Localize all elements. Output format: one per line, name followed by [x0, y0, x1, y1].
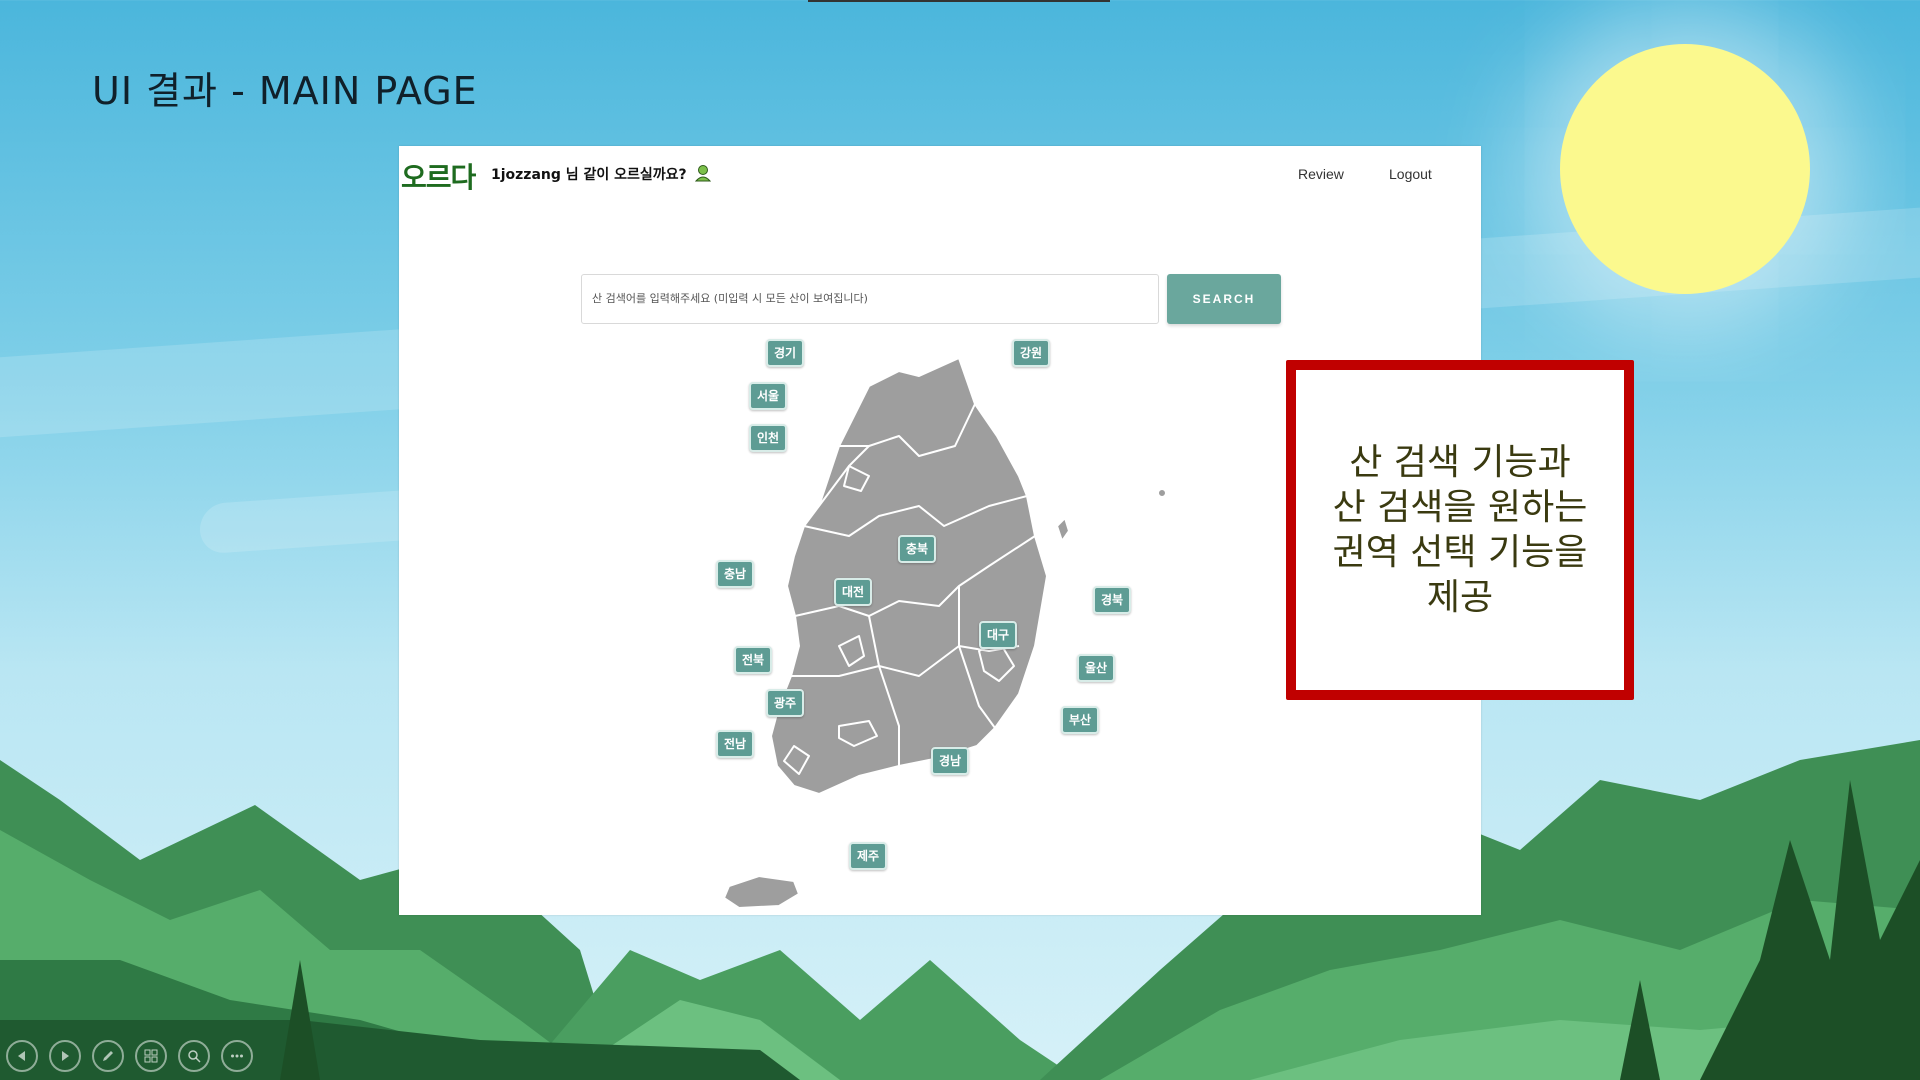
korea-map-shape [723, 357, 1167, 909]
next-icon[interactable] [49, 1040, 81, 1072]
prev-icon[interactable] [6, 1040, 38, 1072]
region-button-daejeon[interactable]: 대전 [834, 578, 873, 606]
callout-text: 산 검색 기능과 산 검색을 원하는 권역 선택 기능을 제공 [1332, 442, 1588, 618]
region-button-ulsan[interactable]: 울산 [1077, 654, 1116, 682]
region-button-jeonbuk[interactable]: 전북 [734, 646, 773, 674]
callout-box: 산 검색 기능과 산 검색을 원하는 권역 선택 기능을 제공 [1286, 360, 1634, 700]
slides-icon[interactable] [135, 1040, 167, 1072]
presentation-toolbar [6, 1040, 253, 1072]
top-line [808, 0, 1110, 2]
region-button-gyeongnam[interactable]: 경남 [931, 747, 970, 775]
region-button-busan[interactable]: 부산 [1061, 706, 1100, 734]
region-button-gwangju[interactable]: 광주 [766, 689, 805, 717]
zoom-icon[interactable] [178, 1040, 210, 1072]
slide-title: UI 결과 - MAIN PAGE [92, 69, 478, 113]
region-button-jeonnam[interactable]: 전남 [716, 730, 755, 758]
region-button-chungbuk[interactable]: 충북 [898, 535, 937, 563]
region-button-gyeonggi[interactable]: 경기 [766, 339, 805, 367]
region-button-gyeongbuk[interactable]: 경북 [1093, 586, 1132, 614]
region-button-jeju[interactable]: 제주 [849, 842, 888, 870]
region-button-gangwon[interactable]: 강원 [1012, 339, 1051, 367]
region-button-chungnam[interactable]: 충남 [716, 560, 755, 588]
region-button-incheon[interactable]: 인천 [749, 424, 788, 452]
pen-icon[interactable] [92, 1040, 124, 1072]
region-button-seoul[interactable]: 서울 [749, 382, 788, 410]
region-button-daegu[interactable]: 대구 [979, 621, 1018, 649]
sun-icon [1560, 44, 1810, 294]
more-icon[interactable] [221, 1040, 253, 1072]
